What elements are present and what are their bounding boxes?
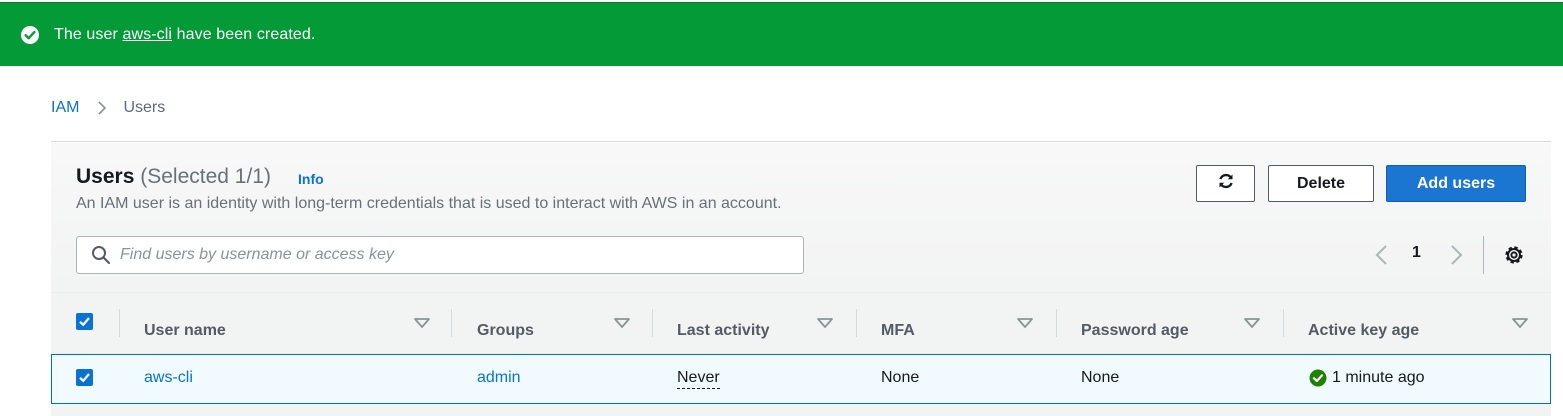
user-name-link[interactable]: aws-cli <box>144 369 193 387</box>
column-divider <box>1056 309 1057 337</box>
group-link[interactable]: admin <box>477 369 521 387</box>
pagination-divider <box>1483 236 1484 274</box>
password-age-value: None <box>1081 369 1120 386</box>
column-header-active-key-age[interactable]: Active key age <box>1308 322 1419 340</box>
column-divider <box>119 309 120 337</box>
flash-message: The user aws-cli have been created. <box>54 25 316 43</box>
previous-page-button[interactable] <box>1374 244 1390 271</box>
active-key-age-value: 1 minute ago <box>1309 369 1425 387</box>
add-users-button[interactable]: Add users <box>1386 165 1526 202</box>
column-divider <box>451 309 452 337</box>
column-header-mfa[interactable]: MFA <box>881 322 915 340</box>
last-activity-value[interactable]: Never <box>677 369 720 389</box>
column-header-last-activity[interactable]: Last activity <box>677 322 769 340</box>
search-icon <box>91 245 111 265</box>
breadcrumb-users: Users <box>123 99 166 116</box>
current-page-number[interactable]: 1 <box>1412 244 1421 262</box>
column-divider <box>652 309 653 337</box>
breadcrumb-divider <box>51 141 1551 142</box>
column-header-groups[interactable]: Groups <box>477 322 534 340</box>
page-title: Users (Selected 1/1) <box>76 165 271 188</box>
refresh-icon <box>1216 171 1236 196</box>
sort-caret-icon[interactable] <box>613 315 631 336</box>
success-flash-bar: The user aws-cli have been created. <box>0 2 1563 66</box>
selection-count: (Selected 1/1) <box>140 165 271 188</box>
chevron-right-icon <box>97 100 107 116</box>
select-all-checkbox[interactable] <box>76 313 93 330</box>
column-divider <box>856 309 857 337</box>
sort-caret-icon[interactable] <box>816 315 834 336</box>
search-input[interactable] <box>120 246 780 264</box>
page-description: An IAM user is an identity with long-ter… <box>76 195 782 212</box>
column-divider <box>1283 309 1284 337</box>
sort-caret-icon[interactable] <box>1016 315 1034 336</box>
sort-caret-icon[interactable] <box>1511 315 1529 336</box>
column-header-user-name[interactable]: User name <box>144 322 226 340</box>
row-checkbox[interactable] <box>76 369 93 386</box>
delete-button[interactable]: Delete <box>1268 165 1374 202</box>
mfa-value: None <box>881 369 920 386</box>
breadcrumb: IAM Users <box>51 99 165 117</box>
created-user-link[interactable]: aws-cli <box>123 26 173 43</box>
success-check-icon <box>1309 369 1327 387</box>
sort-caret-icon[interactable] <box>1243 315 1261 336</box>
info-link[interactable]: Info <box>298 171 324 187</box>
gear-icon[interactable] <box>1502 243 1526 272</box>
next-page-button[interactable] <box>1448 244 1464 271</box>
refresh-button[interactable] <box>1196 165 1255 202</box>
breadcrumb-iam[interactable]: IAM <box>51 99 79 117</box>
column-header-password-age[interactable]: Password age <box>1081 322 1189 340</box>
sort-caret-icon[interactable] <box>413 315 431 336</box>
search-box[interactable] <box>76 236 804 274</box>
check-circle-icon <box>20 25 40 45</box>
